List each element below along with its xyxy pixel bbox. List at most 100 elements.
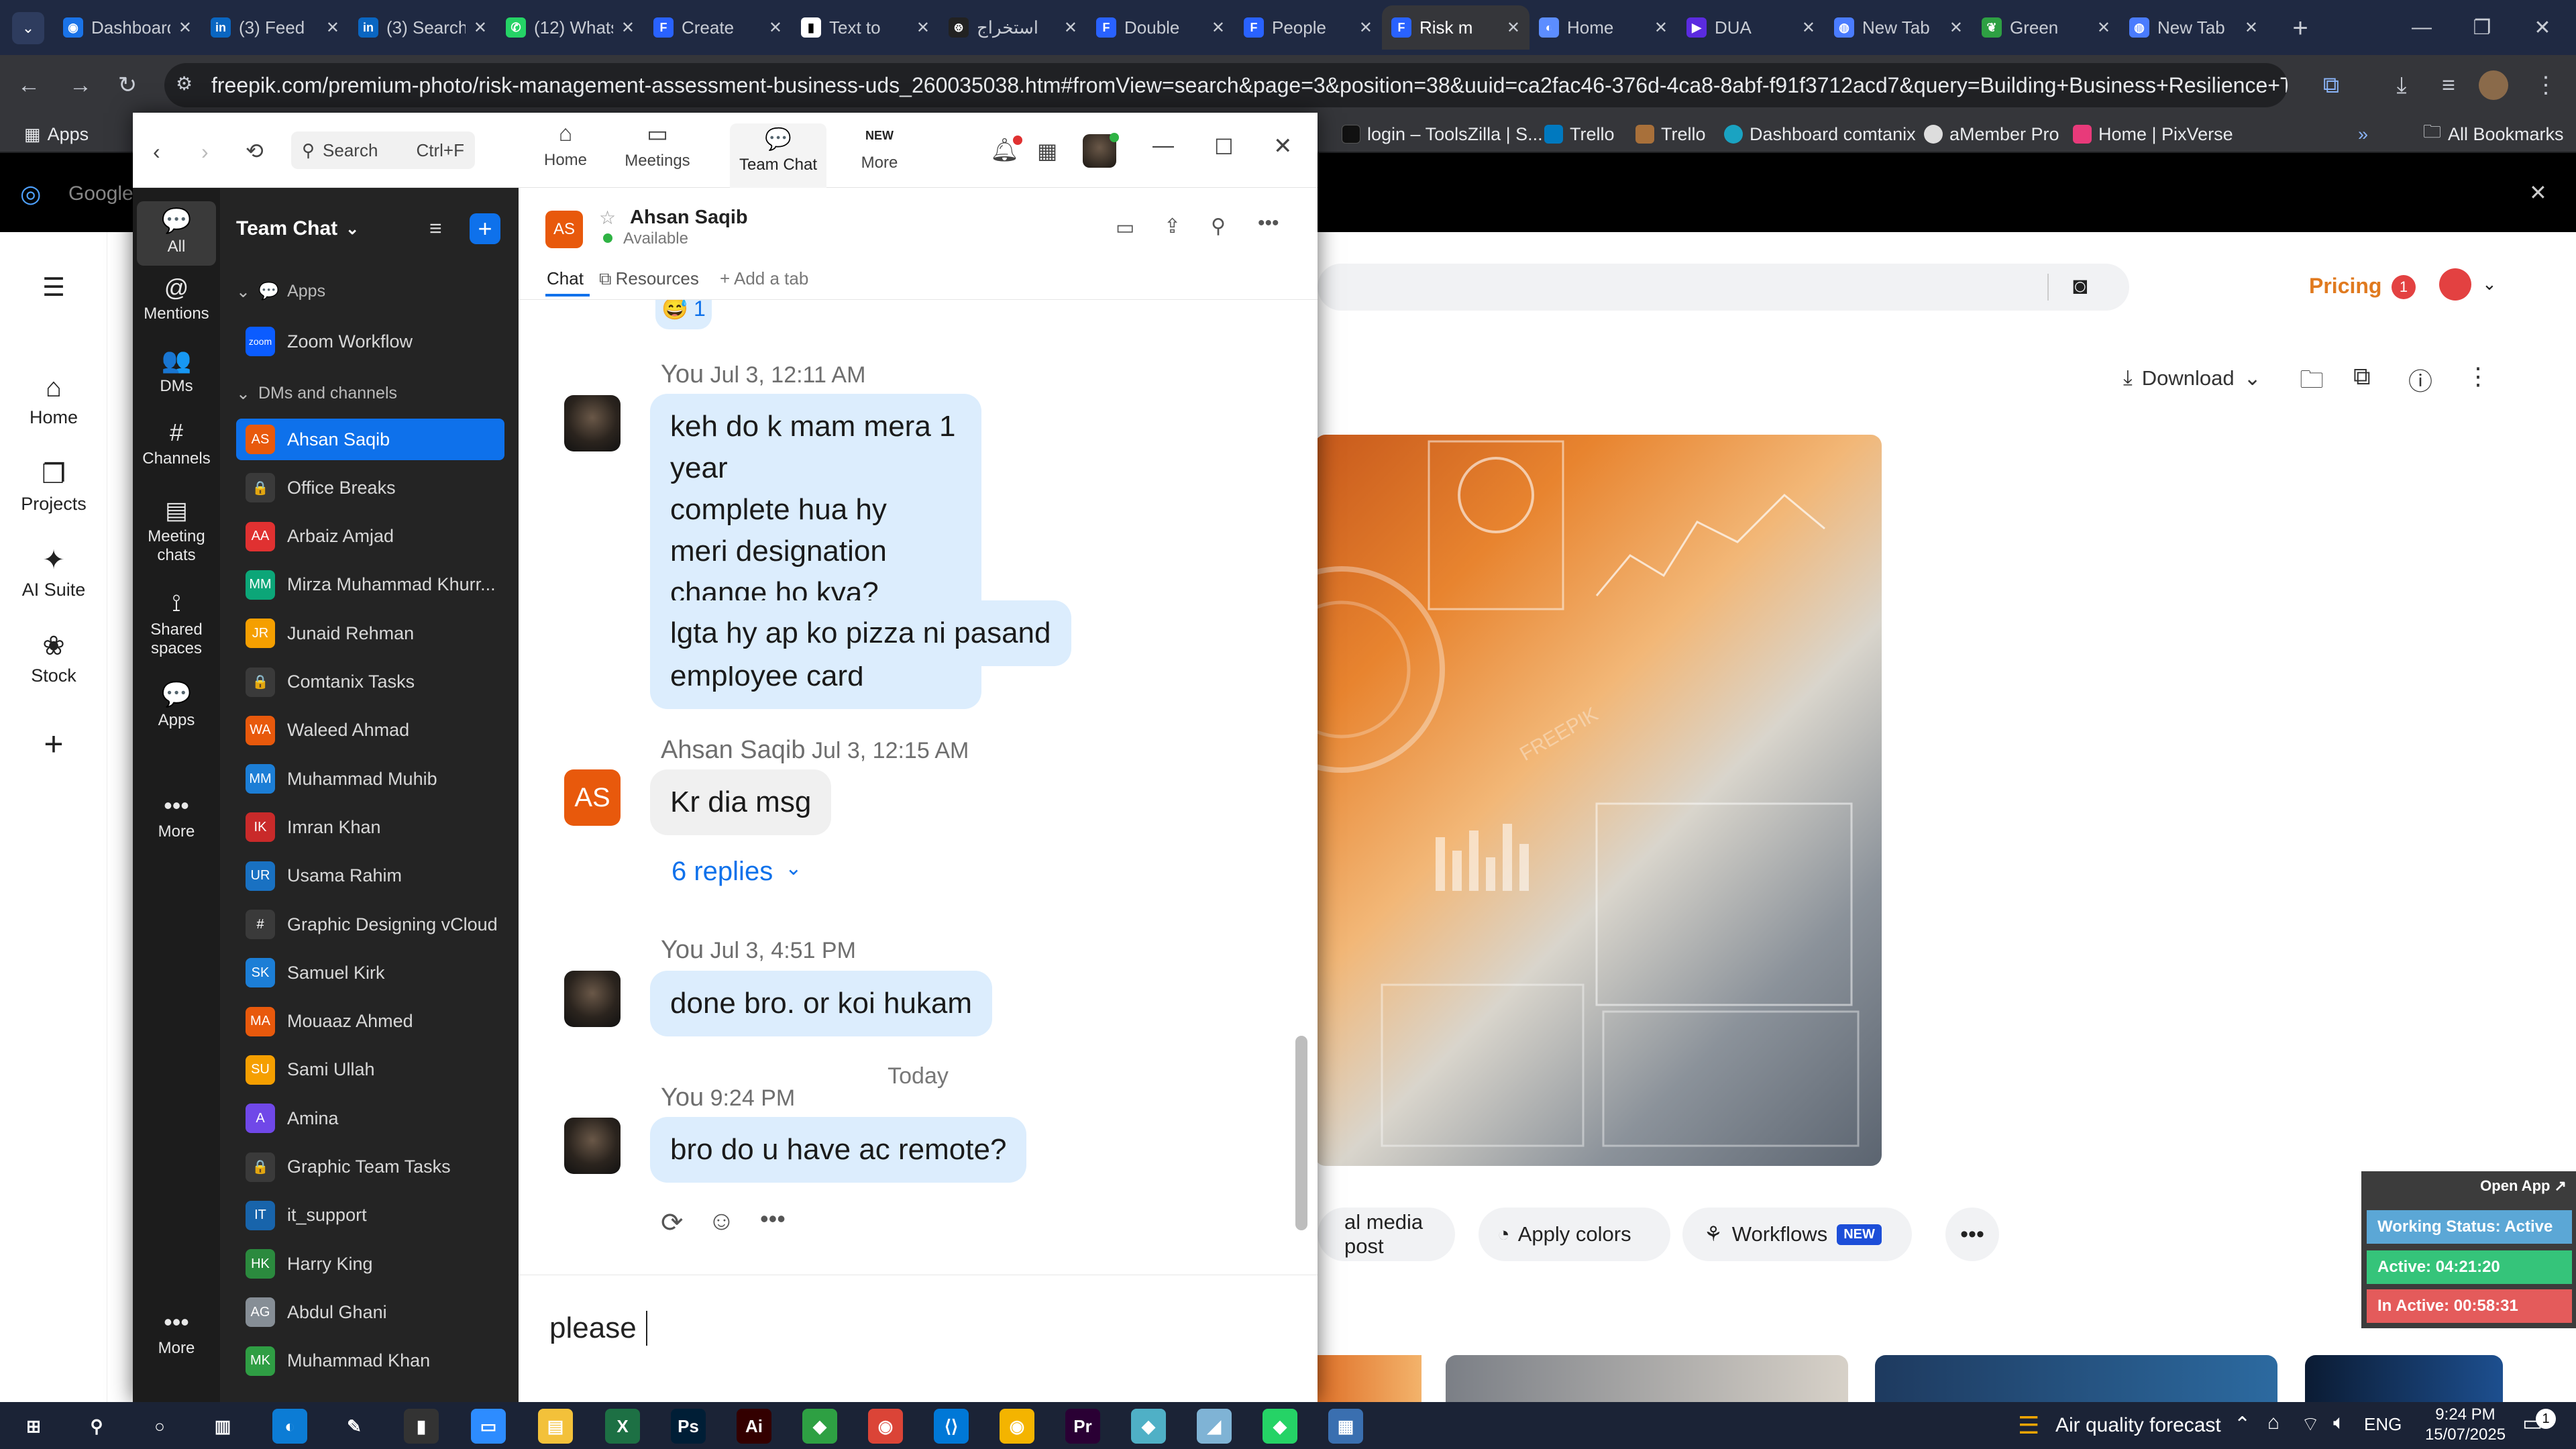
more-actions-icon[interactable]: ••• — [760, 1205, 786, 1233]
message-bubble[interactable]: bro do u have ac remote? — [650, 1117, 1027, 1183]
premiere-icon[interactable]: Pr — [1065, 1409, 1100, 1444]
browser-tab[interactable]: F People ✕ — [1234, 5, 1382, 50]
video-call-icon[interactable]: ▭ — [1116, 216, 1134, 239]
info-icon[interactable]: ⓘ — [2408, 362, 2432, 397]
all-bookmarks-button[interactable]: 🗀 All Bookmarks — [2423, 119, 2564, 149]
filter-icon[interactable]: ≡ — [429, 216, 442, 241]
new-chat-button[interactable]: + — [470, 213, 500, 244]
tray-overflow-icon[interactable]: ⌃ — [2234, 1413, 2251, 1436]
browser-tab[interactable]: ❦ Green ✕ — [1972, 5, 2120, 50]
tab-chat[interactable]: Chat — [547, 268, 584, 289]
social-post-chip[interactable]: al media post — [1318, 1208, 1455, 1261]
replies-link[interactable]: 6 replies ⌄ — [672, 857, 802, 887]
zoom-nav-meetings[interactable]: ▭ Meetings — [610, 121, 704, 188]
tab-close-icon[interactable]: ✕ — [1654, 18, 1668, 38]
close-bar-icon[interactable]: ✕ — [2529, 180, 2547, 205]
cortana-icon[interactable]: ○ — [142, 1409, 177, 1444]
star-icon[interactable]: ☆ — [599, 207, 616, 229]
open-app-link[interactable]: Open App ↗ — [2361, 1171, 2576, 1201]
restore-window-button[interactable]: ❐ — [2452, 0, 2512, 55]
message-list[interactable]: 😅 1 You Jul 3, 12:11 AM keh do k mam mer… — [519, 300, 1318, 1141]
freepik-nav-ai-suite[interactable]: ✦ AI Suite — [0, 545, 107, 600]
network-icon[interactable]: ⌂ — [2267, 1411, 2279, 1434]
edge-icon[interactable]: ◐ — [272, 1409, 307, 1444]
tab-close-icon[interactable]: ✕ — [1949, 18, 1963, 38]
reload-button[interactable]: ↻ — [111, 68, 144, 102]
photoshop-icon[interactable]: Ps — [671, 1409, 706, 1444]
bookmark-item[interactable]: Home | PixVerse — [2073, 119, 2233, 149]
wifi-icon[interactable]: ⌔ — [2301, 1411, 2320, 1437]
share-screen-icon[interactable]: ⇪ — [1164, 215, 1181, 238]
browser-tab[interactable]: ◍ New Tab ✕ — [2120, 5, 2267, 50]
tab-close-icon[interactable]: ✕ — [2097, 18, 2110, 38]
zoom-search-input[interactable]: ⚲ Search Ctrl+F — [291, 131, 475, 169]
bookmark-item[interactable]: aMember Pro — [1924, 119, 2059, 149]
input-language[interactable]: ENG — [2364, 1414, 2402, 1435]
browser-tab[interactable]: in (3) Search ✕ — [349, 5, 496, 50]
browser-tab[interactable]: in (3) Feed ✕ — [201, 5, 349, 50]
tab-close-icon[interactable]: ✕ — [621, 18, 635, 38]
zoom-icon[interactable]: ▭ — [471, 1409, 506, 1444]
task-view-icon[interactable]: ▥ — [205, 1409, 240, 1444]
browser-tab[interactable]: ◉ Dashboard ✕ — [54, 5, 201, 50]
calendar-icon[interactable]: ▦ — [1037, 138, 1057, 164]
tab-close-icon[interactable]: ✕ — [769, 18, 782, 38]
windows-start-icon[interactable]: ⊞ — [16, 1409, 51, 1444]
freepik-nav-home[interactable]: ⌂ Home — [0, 373, 107, 428]
rail-item-apps[interactable]: 💬 Apps — [133, 680, 220, 730]
browser-tab[interactable]: F Create ✕ — [644, 5, 792, 50]
chat-list-title[interactable]: Team Chat ⌄ — [236, 217, 359, 240]
profile-avatar[interactable] — [2479, 70, 2508, 100]
more-actions-icon[interactable]: ••• — [1945, 1208, 1999, 1261]
chat-header-avatar[interactable]: AS — [545, 211, 583, 248]
rail-more-bottom[interactable]: ••• More — [133, 1308, 220, 1358]
search-icon[interactable]: ⚲ — [1211, 215, 1226, 238]
apps-section-header[interactable]: ⌄ 💬 Apps — [236, 282, 325, 302]
download-icon[interactable]: ⤓ — [2385, 68, 2418, 102]
back-arrow-icon[interactable]: ‹ — [153, 140, 160, 164]
forward-arrow-icon[interactable]: › — [201, 140, 209, 164]
chat-list-item[interactable]: 🔒 Office Breaks — [236, 467, 504, 508]
chat-list-item[interactable]: MA Mouaaz Ahmed — [236, 1001, 504, 1042]
message-bubble[interactable]: done bro. or koi hukam — [650, 971, 993, 1036]
tab-close-icon[interactable]: ✕ — [474, 18, 487, 38]
rail-item-more[interactable]: ••• More — [133, 792, 220, 841]
minimize-icon[interactable]: — — [1152, 133, 1174, 158]
freepik-search-bar[interactable] — [1318, 264, 2129, 311]
chat-list-item[interactable]: IK Imran Khan — [236, 806, 504, 848]
file-explorer-icon[interactable]: ▤ — [538, 1409, 573, 1444]
pen-icon[interactable]: ✎ — [337, 1409, 372, 1444]
more-options-icon[interactable]: ⋮ — [2466, 362, 2490, 390]
chat-list-item[interactable]: AA Arbaiz Amjad — [236, 516, 504, 557]
pricing-link[interactable]: Pricing — [2309, 274, 2381, 299]
chat-header-name[interactable]: Ahsan Saqib — [630, 207, 748, 229]
weather-label[interactable]: Air quality forecast — [2055, 1414, 2221, 1437]
collection-icon[interactable]: ⧉ — [2353, 362, 2371, 391]
history-icon[interactable]: ⟲ — [246, 138, 264, 164]
sender-avatar[interactable]: AS — [564, 769, 621, 826]
browser-tab[interactable]: ✆ (12) WhatsApp ✕ — [496, 5, 644, 50]
tab-close-icon[interactable]: ✕ — [1064, 18, 1077, 38]
chat-list-item[interactable]: WA Waleed Ahmad — [236, 710, 504, 751]
rail-item-all[interactable]: 💬 All — [133, 207, 220, 256]
more-options-icon[interactable]: ••• — [1258, 212, 1279, 235]
browser-tab[interactable]: ◍ New Tab ✕ — [1825, 5, 1972, 50]
notification-badge[interactable]: 1 — [2392, 275, 2416, 299]
chat-list-item[interactable]: MM Muhammad Muhib — [236, 758, 504, 800]
rail-item-channels[interactable]: # Channels — [133, 419, 220, 468]
browser-tab[interactable]: F Double ✕ — [1087, 5, 1234, 50]
volume-icon[interactable]: 🔈︎ — [2333, 1411, 2345, 1434]
sender-avatar[interactable] — [564, 395, 621, 451]
chat-list-item[interactable]: MM Mirza Muhammad Khurr... — [236, 564, 504, 606]
tab-close-icon[interactable]: ✕ — [1507, 18, 1520, 38]
search-icon[interactable]: ⚲ — [79, 1409, 114, 1444]
chevron-down-icon[interactable]: ⌄ — [2482, 274, 2497, 294]
close-window-button[interactable]: ✕ — [2512, 0, 2573, 55]
excel-icon[interactable]: X — [605, 1409, 640, 1444]
message-bubble[interactable]: lgta hy ap ko pizza ni pasand — [650, 600, 1071, 666]
browser-tab[interactable]: ▮ Text to ✕ — [792, 5, 939, 50]
maximize-icon[interactable]: ☐ — [1214, 134, 1234, 160]
tab-close-icon[interactable]: ✕ — [1212, 18, 1225, 38]
related-thumbnail[interactable] — [2305, 1355, 2503, 1402]
zoom-nav-team-chat[interactable]: 💬 Team Chat — [730, 123, 826, 188]
